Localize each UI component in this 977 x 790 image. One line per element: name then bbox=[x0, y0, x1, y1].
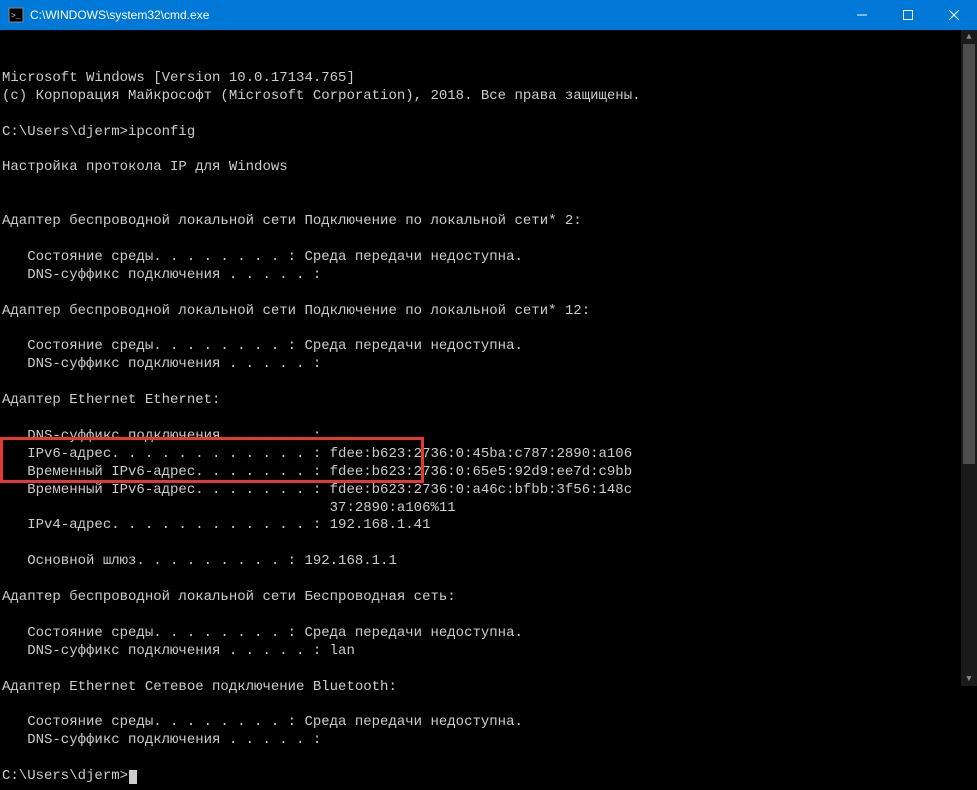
terminal-line: DNS-суффикс подключения . . . . . : bbox=[2, 428, 975, 446]
terminal-line: Состояние среды. . . . . . . . : Среда п… bbox=[2, 625, 975, 643]
terminal-line: Временный IPv6-адрес. . . . . . . : fdee… bbox=[2, 464, 975, 482]
cmd-icon: >_ bbox=[8, 7, 24, 23]
scroll-up-arrow[interactable]: ▲ bbox=[961, 30, 977, 44]
terminal-line bbox=[2, 535, 975, 553]
svg-text:>_: >_ bbox=[11, 12, 21, 21]
terminal-line bbox=[2, 661, 975, 679]
window-title: C:\WINDOWS\system32\cmd.exe bbox=[30, 8, 839, 22]
terminal-line bbox=[2, 106, 975, 124]
terminal-line: Адаптер Ethernet Ethernet: bbox=[2, 392, 975, 410]
terminal-line: Состояние среды. . . . . . . . : Среда п… bbox=[2, 714, 975, 732]
terminal-line bbox=[2, 750, 975, 768]
terminal-line: DNS-суффикс подключения . . . . . : lan bbox=[2, 643, 975, 661]
terminal-line: Основной шлюз. . . . . . . . . : 192.168… bbox=[2, 553, 975, 571]
terminal-line: 37:2890:a106%11 bbox=[2, 500, 975, 518]
terminal-line bbox=[2, 177, 975, 195]
terminal-line bbox=[2, 697, 975, 715]
terminal-line: Адаптер беспроводной локальной сети Подк… bbox=[2, 213, 975, 231]
terminal-line: Настройка протокола IP для Windows bbox=[2, 159, 975, 177]
terminal-line bbox=[2, 195, 975, 213]
terminal-line: Временный IPv6-адрес. . . . . . . : fdee… bbox=[2, 482, 975, 500]
minimize-button[interactable] bbox=[839, 0, 885, 30]
terminal-output[interactable]: Microsoft Windows [Version 10.0.17134.76… bbox=[0, 30, 977, 790]
terminal-line: DNS-суффикс подключения . . . . . : bbox=[2, 356, 975, 374]
terminal-line: IPv4-адрес. . . . . . . . . . . . : 192.… bbox=[2, 517, 975, 535]
terminal-line: Адаптер беспроводной локальной сети Подк… bbox=[2, 303, 975, 321]
terminal-line: C:\Users\djerm> bbox=[2, 768, 975, 786]
terminal-line bbox=[2, 285, 975, 303]
terminal-line: DNS-суффикс подключения . . . . . : bbox=[2, 267, 975, 285]
close-button[interactable] bbox=[931, 0, 977, 30]
titlebar: >_ C:\WINDOWS\system32\cmd.exe bbox=[0, 0, 977, 30]
maximize-button[interactable] bbox=[885, 0, 931, 30]
terminal-line: Microsoft Windows [Version 10.0.17134.76… bbox=[2, 70, 975, 88]
scrollbar-thumb[interactable] bbox=[963, 44, 975, 464]
cursor bbox=[129, 770, 137, 784]
scroll-down-arrow[interactable]: ▼ bbox=[961, 672, 977, 686]
terminal-line: DNS-суффикс подключения . . . . . : bbox=[2, 732, 975, 750]
terminal-line: Состояние среды. . . . . . . . : Среда п… bbox=[2, 249, 975, 267]
window-controls bbox=[839, 0, 977, 30]
terminal-line bbox=[2, 410, 975, 428]
terminal-line: IPv6-адрес. . . . . . . . . . . . : fdee… bbox=[2, 446, 975, 464]
terminal-line: (c) Корпорация Майкрософт (Microsoft Cor… bbox=[2, 88, 975, 106]
terminal-line: Адаптер Ethernet Сетевое подключение Blu… bbox=[2, 679, 975, 697]
scrollbar[interactable]: ▲ ▼ bbox=[961, 30, 977, 686]
terminal-line bbox=[2, 231, 975, 249]
terminal-line bbox=[2, 607, 975, 625]
terminal-line bbox=[2, 374, 975, 392]
terminal-line bbox=[2, 141, 975, 159]
terminal-line: Адаптер беспроводной локальной сети Бесп… bbox=[2, 589, 975, 607]
terminal-line: Состояние среды. . . . . . . . : Среда п… bbox=[2, 338, 975, 356]
terminal-line: C:\Users\djerm>ipconfig bbox=[2, 124, 975, 142]
terminal-line bbox=[2, 321, 975, 339]
terminal-line bbox=[2, 571, 975, 589]
